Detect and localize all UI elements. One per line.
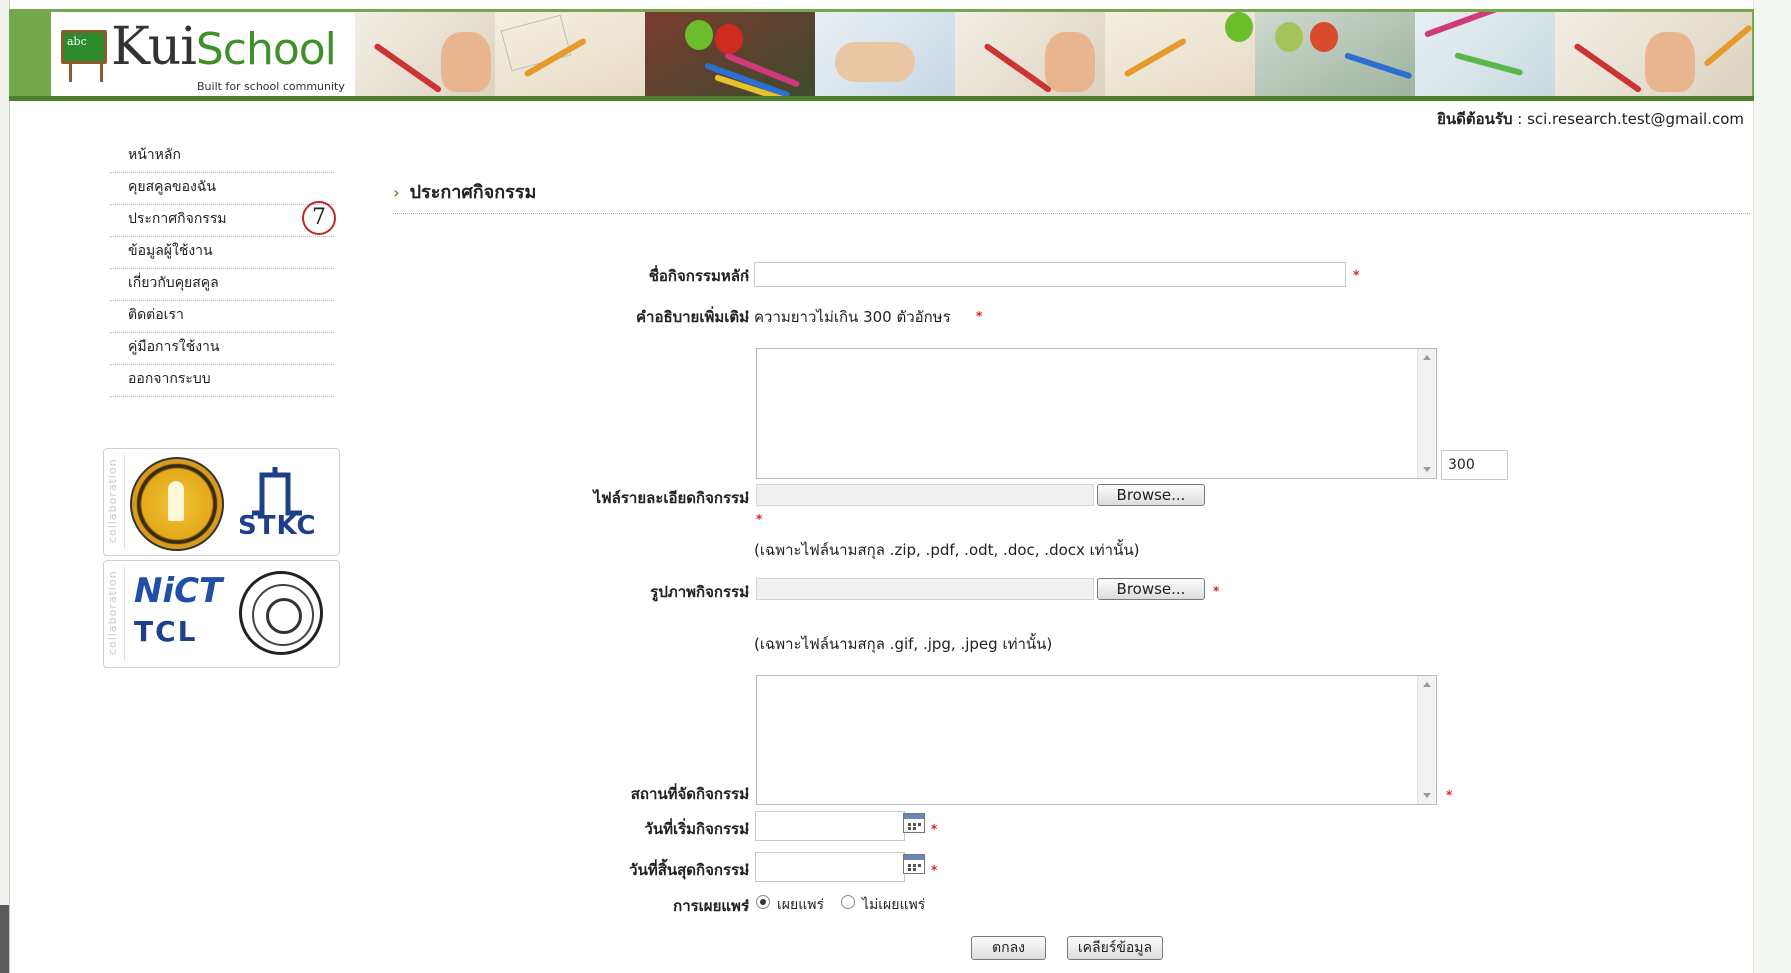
sidebar-item-user-info[interactable]: ข้อมูลผู้ใช้งาน [110,237,334,269]
publish-no-label[interactable]: ไม่เผยแพร่ [862,894,925,916]
start-date-label: วันที่เริ่มกิจกรรม [644,820,749,838]
step-number-callout: 7 [302,201,336,235]
sidebar-item-about[interactable]: เกี่ยวกับคุยสคูล [110,269,334,301]
collaboration-card-1: collaboration STKC [103,448,340,556]
banner-photo-hand [355,12,495,98]
activity-image-browse-button[interactable]: Browse... [1097,578,1205,600]
logo-text-kui: Kui [111,17,197,77]
end-date-label: วันที่สิ้นสุดกิจกรรม [629,861,749,879]
required-mark: * [1446,788,1453,802]
chevron-right-icon: › [393,183,400,202]
window-frame-right [1753,0,1791,973]
scroll-down-icon[interactable] [1423,793,1431,798]
tcl-logo: TCL [134,615,198,648]
calendar-icon[interactable] [903,813,925,833]
submit-button[interactable]: ตกลง [971,936,1046,960]
sidebar-nav: หน้าหลัก คุยสคูลของฉัน ประกาศกิจกรรม ข้อ… [110,141,334,397]
description-length-hint: ความยาวไม่เกิน 300 ตัวอักษร [754,308,951,326]
banner-photo-hand3 [1555,12,1752,98]
sidebar-item-manual[interactable]: คู่มือการใช้งาน [110,333,334,365]
scroll-up-icon[interactable] [1423,355,1431,360]
char-counter: 300 [1441,450,1508,480]
banner-photo-apples2 [1255,12,1415,98]
detail-file-path[interactable] [756,484,1094,506]
kuischool-logo[interactable]: abc KuiSchool Built for school community [51,12,355,98]
required-mark: * [1213,584,1220,598]
scroll-down-icon[interactable] [1423,467,1431,472]
page-title-bar: › ประกาศกิจกรรม [393,177,536,206]
activity-name-label: ชื่อกิจกรรมหลัก [648,267,749,285]
banner-photo-paper [815,12,955,98]
required-mark: * [931,863,938,877]
activity-image-label: รูปภาพกิจกรรม [650,583,749,601]
required-mark: * [931,822,938,836]
ministry-science-seal-icon [130,457,224,551]
publish-no-radio[interactable] [841,895,855,909]
stkc-text: STKC [238,511,317,541]
detail-file-label: ไฟล์รายละเอียดกิจกรรม [593,489,750,507]
activity-name-input[interactable] [754,262,1346,287]
title-divider [393,213,1750,214]
detail-file-hint: (เฉพาะไฟล์นามสกุล .zip, .pdf, .odt, .doc… [754,541,1140,559]
logo-tagline: Built for school community [197,80,345,93]
location-label: สถานที่จัดกิจกรรม [630,785,749,803]
required-mark: * [1353,268,1360,282]
site-header: abc KuiSchool Built for school community [9,9,1754,101]
sidebar-item-announce-activity[interactable]: ประกาศกิจกรรม [110,205,334,237]
burapha-university-seal-icon [239,571,323,655]
required-mark: * [756,512,763,526]
calendar-icon[interactable] [903,854,925,874]
chalkboard-icon: abc [61,30,107,64]
welcome-label: ยินดีต้อนรับ [1437,110,1513,128]
description-label: คำอธิบายเพิ่มเติม [635,308,749,326]
header-banner: abc KuiSchool Built for school community [51,12,1752,98]
nict-logo: NiCT [134,571,223,611]
activity-image-hint: (เฉพาะไฟล์นามสกุล .gif, .jpg, .jpeg เท่า… [754,635,1053,653]
banner-photo-hand2 [955,12,1105,98]
window-frame-left [0,0,10,973]
activity-image-path[interactable] [756,578,1094,600]
sidebar-item-logout[interactable]: ออกจากระบบ [110,365,334,397]
location-textarea[interactable] [756,675,1437,805]
publish-yes-label[interactable]: เผยแพร่ [777,894,824,916]
page-title: ประกาศกิจกรรม [409,182,537,203]
scroll-up-icon[interactable] [1423,682,1431,687]
textarea-scrollbar[interactable] [1417,676,1436,804]
collaboration-card-2: collaboration NiCT TCL [103,560,340,668]
welcome-user-email: sci.research.test@gmail.com [1527,110,1744,128]
banner-photo-notebook2 [1105,12,1255,98]
description-textarea[interactable] [756,348,1437,479]
banner-photo-paper2 [1415,12,1555,98]
publish-yes-radio[interactable] [756,895,770,909]
banner-photo-apples [645,12,815,98]
start-date-input[interactable] [755,811,905,841]
sidebar-item-my-kuischool[interactable]: คุยสคูลของฉัน [110,173,334,205]
required-mark: * [976,309,983,323]
textarea-scrollbar[interactable] [1417,349,1436,478]
sidebar-item-home[interactable]: หน้าหลัก [110,141,334,173]
clear-button[interactable]: เคลียร์ข้อมูล [1067,936,1163,960]
detail-file-browse-button[interactable]: Browse... [1097,484,1205,506]
logo-text-school: School [195,24,337,75]
stkc-logo: STKC [232,463,328,543]
welcome-bar: ยินดีต้อนรับ : sci.research.test@gmail.c… [1437,110,1744,128]
end-date-input[interactable] [755,852,905,882]
banner-photo-notebook [495,12,645,98]
sidebar-item-contact[interactable]: ติดต่อเรา [110,301,334,333]
publish-label: การเผยแพร่ [673,897,749,915]
